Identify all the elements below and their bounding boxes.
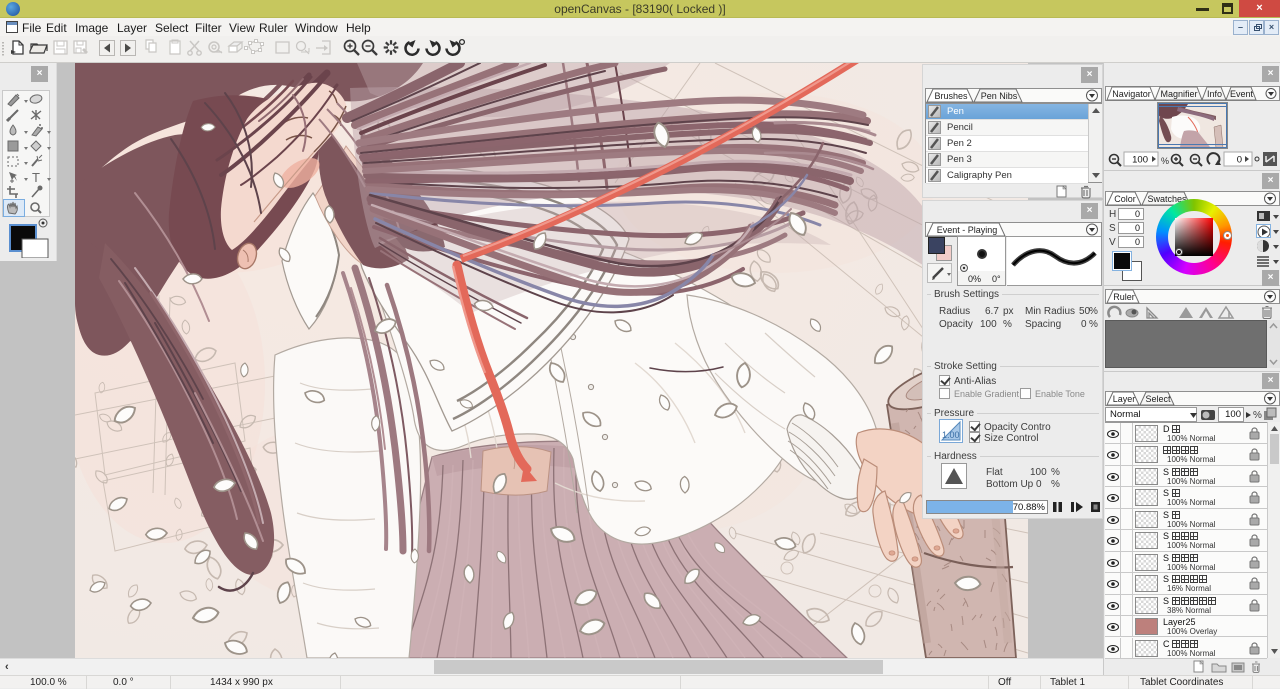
svg-text:Color: Color bbox=[1114, 194, 1136, 204]
svg-text:%: % bbox=[1161, 156, 1169, 166]
svg-text:Select: Select bbox=[1145, 394, 1171, 404]
svg-text:1.00: 1.00 bbox=[942, 430, 960, 440]
svg-text:Event: Event bbox=[1230, 89, 1254, 99]
svg-text:0: 0 bbox=[1237, 155, 1242, 166]
svg-text:100: 100 bbox=[1132, 155, 1148, 166]
svg-text:Event - Playing: Event - Playing bbox=[937, 225, 998, 235]
svg-text:T: T bbox=[32, 170, 40, 185]
svg-text:Layer: Layer bbox=[1113, 394, 1136, 404]
svg-text:Navigator: Navigator bbox=[1112, 89, 1151, 99]
svg-text:Pen Nibs: Pen Nibs bbox=[981, 91, 1018, 101]
svg-text:0°: 0° bbox=[992, 274, 1001, 284]
svg-text:Info: Info bbox=[1207, 89, 1222, 99]
svg-text:0%: 0% bbox=[968, 274, 981, 284]
svg-text:Magnifier: Magnifier bbox=[1160, 89, 1197, 99]
svg-text:Ruler: Ruler bbox=[1113, 292, 1135, 302]
svg-text:Brushes: Brushes bbox=[934, 91, 968, 101]
